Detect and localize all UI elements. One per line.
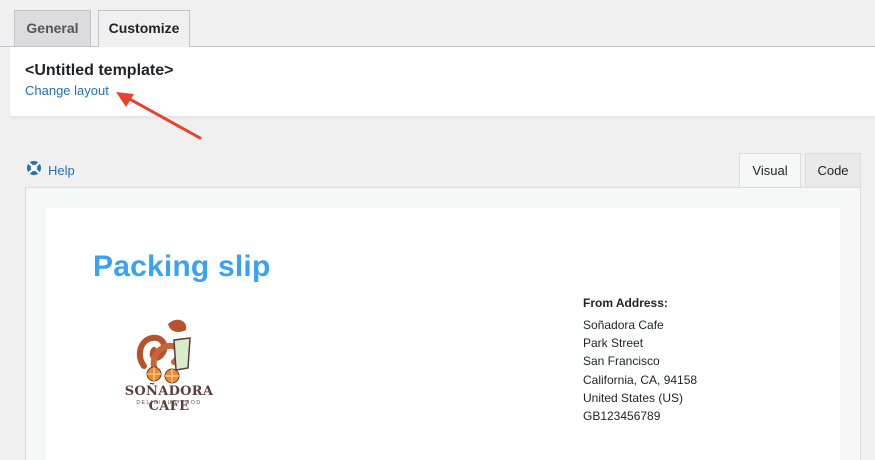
cafe-logo-graphic <box>136 319 191 384</box>
tab-visual[interactable]: Visual <box>739 153 801 189</box>
help-link[interactable]: Help <box>26 160 75 180</box>
from-address-line: California, CA, 94158 <box>583 372 698 387</box>
top-tab-bar: General Customize <box>0 0 875 47</box>
tab-code[interactable]: Code <box>805 153 861 188</box>
packing-slip-title: Packing slip <box>93 250 271 283</box>
from-address-line: United States (US) <box>583 390 684 405</box>
tab-general[interactable]: General <box>14 10 91 46</box>
cafe-logo-name: SOÑADORA CAFE <box>124 384 214 414</box>
from-address-heading: From Address: <box>583 296 668 310</box>
change-layout-link[interactable]: Change layout <box>25 83 109 98</box>
packing-slip-document: Packing slip SOÑADORA CAFE DELICIOUS FOO… <box>46 208 840 460</box>
from-address-line: San Francisco <box>583 354 660 369</box>
from-address-line: Soñadora Cafe <box>583 318 664 332</box>
annotation-arrow <box>116 92 202 140</box>
from-address-block: From Address: Soñadora Cafe Park Street … <box>583 296 697 425</box>
from-address-line: GB123456789 <box>583 409 661 424</box>
tab-customize[interactable]: Customize <box>98 10 190 47</box>
lifebuoy-icon <box>26 160 42 181</box>
cafe-logo: SOÑADORA CAFE DELICIOUS FOOD <box>116 316 222 414</box>
cafe-logo-tagline: DELICIOUS FOOD <box>136 400 202 406</box>
help-label: Help <box>48 162 75 178</box>
template-title: <Untitled template> <box>25 62 174 79</box>
from-address-line: Park Street <box>583 336 644 351</box>
